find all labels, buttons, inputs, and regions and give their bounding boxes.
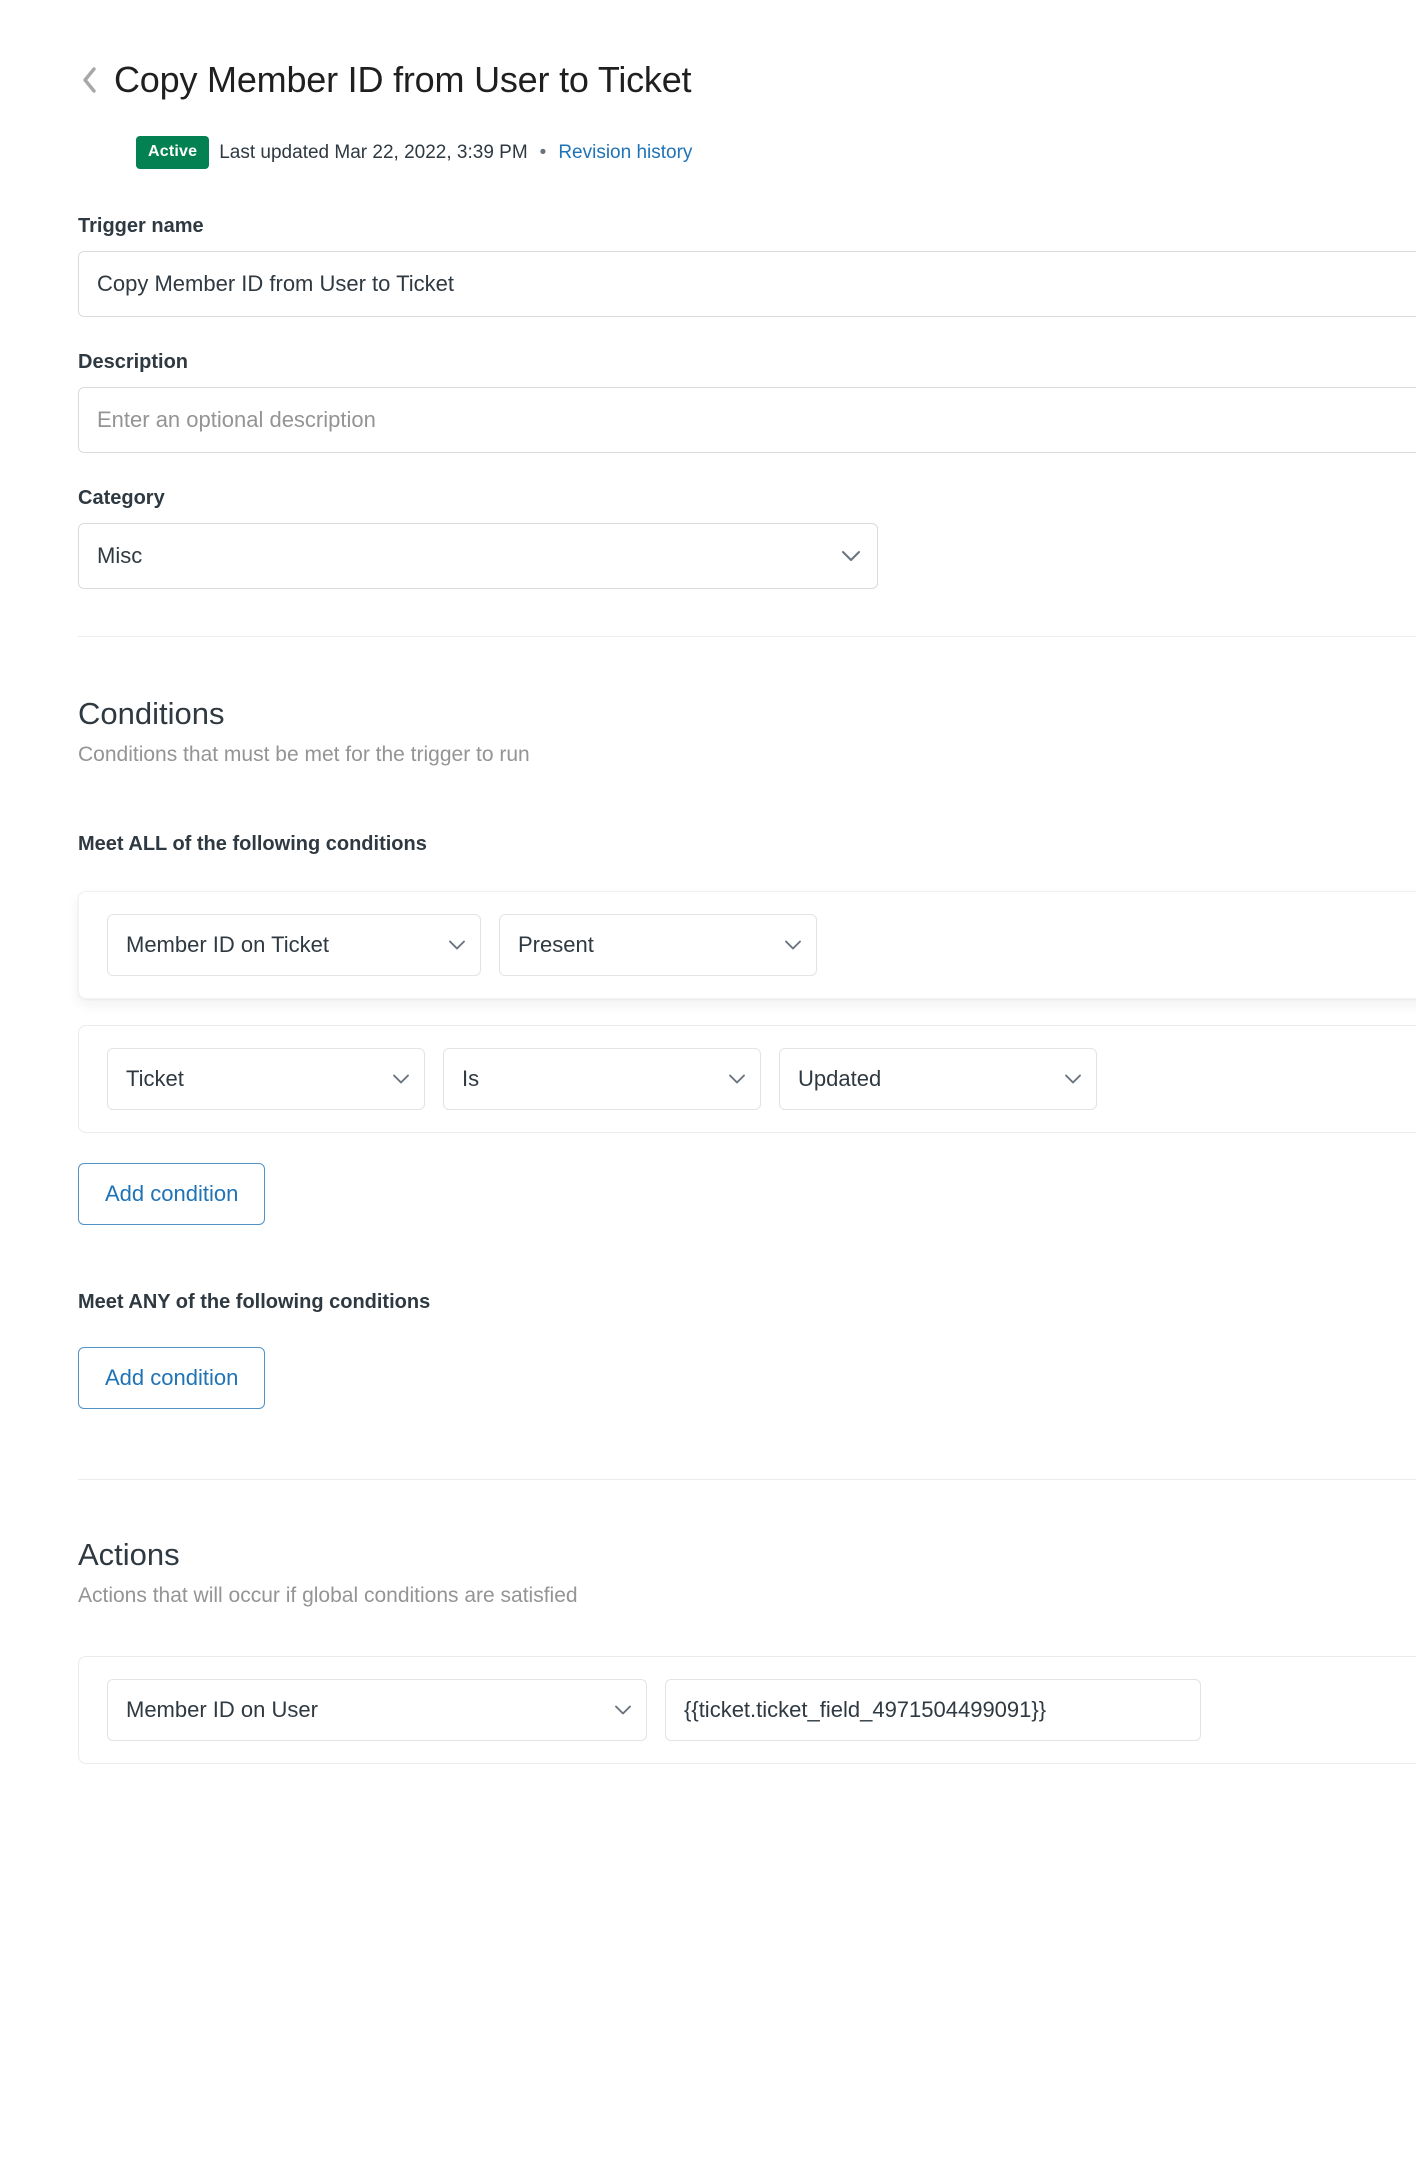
conditions-title: Conditions	[78, 695, 1416, 733]
meta-separator: •	[538, 140, 549, 166]
meet-all-title: Meet ALL of the following conditions	[78, 831, 1416, 857]
condition-field-select[interactable]: Member ID on Ticket	[107, 914, 481, 976]
condition-field-value: Ticket	[126, 1066, 184, 1092]
add-condition-any-button[interactable]: Add condition	[78, 1347, 265, 1409]
category-select[interactable]: Misc	[78, 523, 878, 589]
conditions-subtitle: Conditions that must be met for the trig…	[78, 741, 1416, 769]
chevron-down-icon	[1064, 1074, 1082, 1085]
condition-field-select[interactable]: Ticket	[107, 1048, 425, 1110]
last-updated-text: Last updated Mar 22, 2022, 3:39 PM	[219, 140, 527, 166]
revision-history-link[interactable]: Revision history	[558, 140, 692, 166]
category-field-group: Category Misc	[78, 485, 1416, 589]
page-title: Copy Member ID from User to Ticket	[114, 58, 691, 102]
chevron-down-icon	[728, 1074, 746, 1085]
chevron-down-icon	[614, 1705, 632, 1716]
trigger-name-input[interactable]: Copy Member ID from User to Ticket	[78, 251, 1416, 317]
actions-subtitle: Actions that will occur if global condit…	[78, 1582, 1416, 1610]
condition-row: Ticket Is Updated	[78, 1025, 1416, 1133]
action-value-input[interactable]: {{ticket.ticket_field_4971504499091}}	[665, 1679, 1201, 1741]
header-meta: Active Last updated Mar 22, 2022, 3:39 P…	[136, 136, 1416, 169]
action-row: Member ID on User {{ticket.ticket_field_…	[78, 1656, 1416, 1764]
trigger-name-field-group: Trigger name Copy Member ID from User to…	[78, 213, 1416, 317]
condition-value-value: Updated	[798, 1066, 881, 1092]
description-field-group: Description Enter an optional descriptio…	[78, 349, 1416, 453]
conditions-section: Conditions Conditions that must be met f…	[0, 637, 1416, 1409]
back-chevron-icon[interactable]	[78, 63, 100, 97]
title-row: Copy Member ID from User to Ticket	[78, 34, 1416, 126]
meet-any-title: Meet ANY of the following conditions	[78, 1289, 1416, 1315]
trigger-editor-page: Copy Member ID from User to Ticket Activ…	[0, 0, 1416, 2176]
chevron-down-icon	[448, 940, 466, 951]
chevron-down-icon	[784, 940, 802, 951]
actions-title: Actions	[78, 1536, 1416, 1574]
condition-operator-select[interactable]: Present	[499, 914, 817, 976]
description-input[interactable]: Enter an optional description	[78, 387, 1416, 453]
action-field-value: Member ID on User	[126, 1697, 318, 1723]
add-condition-all-button[interactable]: Add condition	[78, 1163, 265, 1225]
condition-row: Member ID on Ticket Present	[78, 891, 1416, 999]
trigger-name-label: Trigger name	[78, 213, 1416, 239]
condition-field-value: Member ID on Ticket	[126, 932, 329, 958]
condition-value-select[interactable]: Updated	[779, 1048, 1097, 1110]
condition-operator-value: Is	[462, 1066, 479, 1092]
actions-section: Actions Actions that will occur if globa…	[0, 1480, 1416, 1764]
category-select-value: Misc	[97, 543, 142, 569]
condition-operator-value: Present	[518, 932, 594, 958]
description-label: Description	[78, 349, 1416, 375]
condition-operator-select[interactable]: Is	[443, 1048, 761, 1110]
action-field-select[interactable]: Member ID on User	[107, 1679, 647, 1741]
page-header: Copy Member ID from User to Ticket Activ…	[0, 0, 1416, 169]
category-label: Category	[78, 485, 1416, 511]
chevron-down-icon	[841, 550, 861, 562]
trigger-form: Trigger name Copy Member ID from User to…	[0, 213, 1416, 589]
status-badge: Active	[136, 136, 209, 169]
chevron-down-icon	[392, 1074, 410, 1085]
